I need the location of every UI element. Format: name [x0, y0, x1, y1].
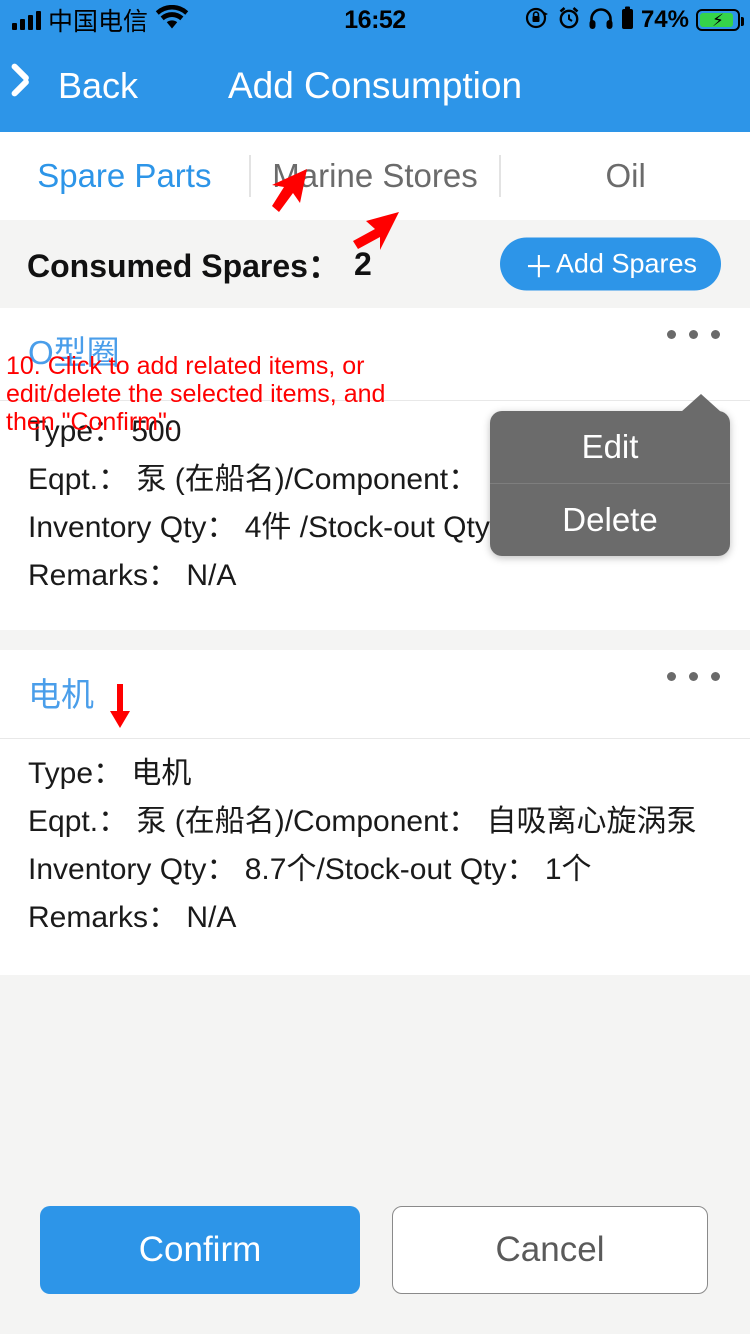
rotation-lock-icon [524, 5, 550, 36]
spare-card-2-inventory: Inventory Qty： 8.7个/Stock-out Qty： 1个 [28, 853, 592, 886]
add-spares-button-label: Add Spares [555, 248, 697, 279]
context-menu-item-edit[interactable]: Edit [490, 411, 730, 483]
tab-bar: Spare Parts Marine Stores Oil [0, 132, 750, 220]
consumed-spares-label: Consumed Spares： [27, 248, 340, 284]
footer-button-row: Confirm Cancel [0, 1206, 750, 1294]
more-options-icon[interactable] [667, 672, 720, 681]
spare-card-2-type: Type： 电机 [28, 757, 192, 790]
status-bar: 中国电信 16:52 74% ⚡ [0, 0, 750, 40]
headphone-battery-icon [621, 6, 634, 35]
popup-menu-tail [681, 394, 721, 412]
battery-percent-label: 74% [640, 6, 689, 33]
alarm-icon [557, 5, 581, 36]
page-title: Add Consumption [227, 65, 523, 106]
status-bar-right: 74% ⚡ [524, 5, 744, 36]
battery-charging-icon: ⚡ [696, 9, 744, 31]
annotation-instruction-text: 10. Click to add related items, or edit/… [6, 352, 386, 436]
consumed-spares-header: Consumed Spares： 2 ＋ Add Spares [0, 220, 750, 308]
context-menu: Edit Delete [490, 411, 730, 556]
confirm-button[interactable]: Confirm [40, 1206, 360, 1294]
divider [0, 738, 750, 739]
spare-card-2[interactable]: 电机 Type： 电机 Eqpt.： 泵 (在船名)/Component： 自吸… [0, 650, 750, 975]
add-spares-button[interactable]: ＋ Add Spares [499, 237, 721, 291]
app-screen: 中国电信 16:52 74% ⚡ Back Add Consumption Sp… [0, 0, 750, 1334]
plus-icon: ＋ [523, 251, 554, 284]
context-menu-item-delete[interactable]: Delete [490, 484, 730, 556]
more-options-icon[interactable] [667, 330, 720, 339]
spare-card-2-eqpt: Eqpt.： 泵 (在船名)/Component： 自吸离心旋涡泵 [28, 805, 697, 838]
spare-card-2-remarks: Remarks： N/A [28, 901, 237, 934]
spare-card-2-header: 电机 [0, 650, 750, 720]
tab-marine-stores[interactable]: Marine Stores [251, 157, 500, 195]
tab-oil[interactable]: Oil [501, 157, 750, 195]
navigation-bar: Back Add Consumption [0, 40, 750, 132]
tab-spare-parts[interactable]: Spare Parts [0, 157, 249, 195]
spare-card-2-body: Type： 电机 Eqpt.： 泵 (在船名)/Component： 自吸离心旋… [0, 720, 750, 942]
consumed-spares-count: 2 [353, 245, 372, 282]
headphones-icon [588, 6, 614, 35]
spare-card-1-remarks: Remarks： N/A [28, 559, 237, 592]
card-gap-separator [0, 630, 750, 650]
cancel-button[interactable]: Cancel [392, 1206, 708, 1294]
spare-card-2-title[interactable]: 电机 [28, 668, 94, 716]
